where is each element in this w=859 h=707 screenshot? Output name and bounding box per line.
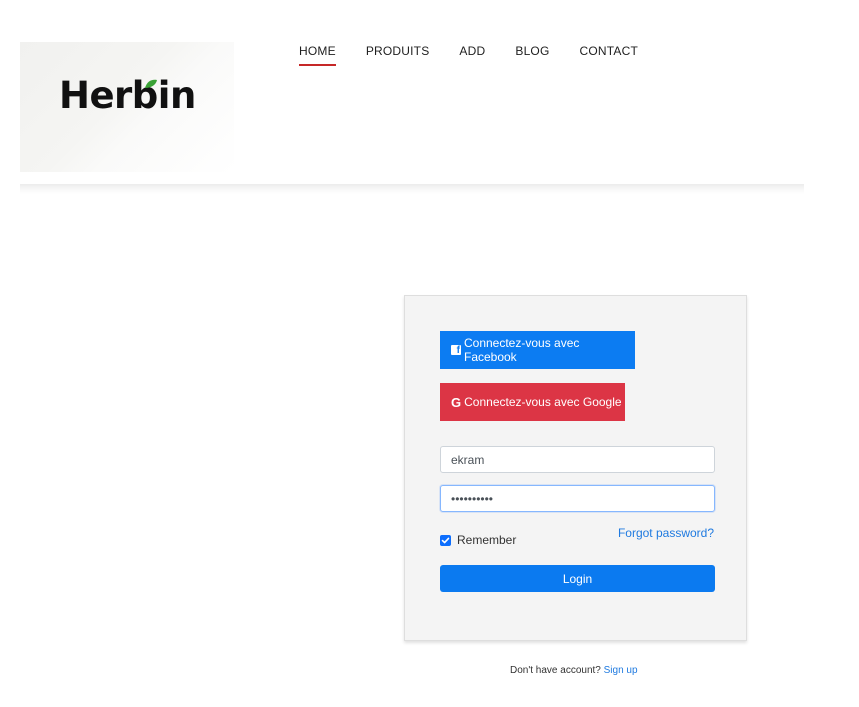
header-divider xyxy=(20,184,804,194)
signup-prompt-text: Don't have account? xyxy=(510,665,601,676)
remember-checkbox[interactable]: Remember xyxy=(440,533,516,547)
checkbox-checked-icon[interactable] xyxy=(440,534,451,546)
facebook-login-button[interactable]: f Connectez-vous avec Facebook xyxy=(440,331,635,369)
nav-add[interactable]: ADD xyxy=(459,44,485,66)
remember-label: Remember xyxy=(457,533,517,547)
main-nav: HOME PRODUITS ADD BLOG CONTACT xyxy=(299,44,668,66)
nav-home[interactable]: HOME xyxy=(299,44,336,66)
google-icon: G xyxy=(451,394,462,410)
nav-blog[interactable]: BLOG xyxy=(515,44,549,66)
forgot-password-link[interactable]: Forgot password? xyxy=(618,526,714,540)
logo-area[interactable]: Herbin xyxy=(20,42,234,172)
login-button[interactable]: Login xyxy=(440,565,715,592)
nav-contact[interactable]: CONTACT xyxy=(580,44,639,66)
google-login-label: Connectez-vous avec Google xyxy=(464,395,622,409)
password-input[interactable] xyxy=(440,485,715,512)
leaf-icon xyxy=(145,79,157,88)
facebook-login-label: Connectez-vous avec Facebook xyxy=(463,336,580,364)
signup-link[interactable]: Sign up xyxy=(604,665,638,676)
brand-logo: Herbin xyxy=(59,74,196,117)
login-card: f Connectez-vous avec Facebook G Connect… xyxy=(404,295,747,641)
nav-produits[interactable]: PRODUITS xyxy=(366,44,430,66)
google-login-button[interactable]: G Connectez-vous avec Google xyxy=(440,383,625,421)
username-input[interactable] xyxy=(440,446,715,473)
signup-prompt: Don't have account? Sign up xyxy=(510,665,638,676)
page: Herbin HOME PRODUITS ADD BLOG CONTACT f … xyxy=(0,0,859,707)
facebook-icon: f xyxy=(451,345,461,356)
